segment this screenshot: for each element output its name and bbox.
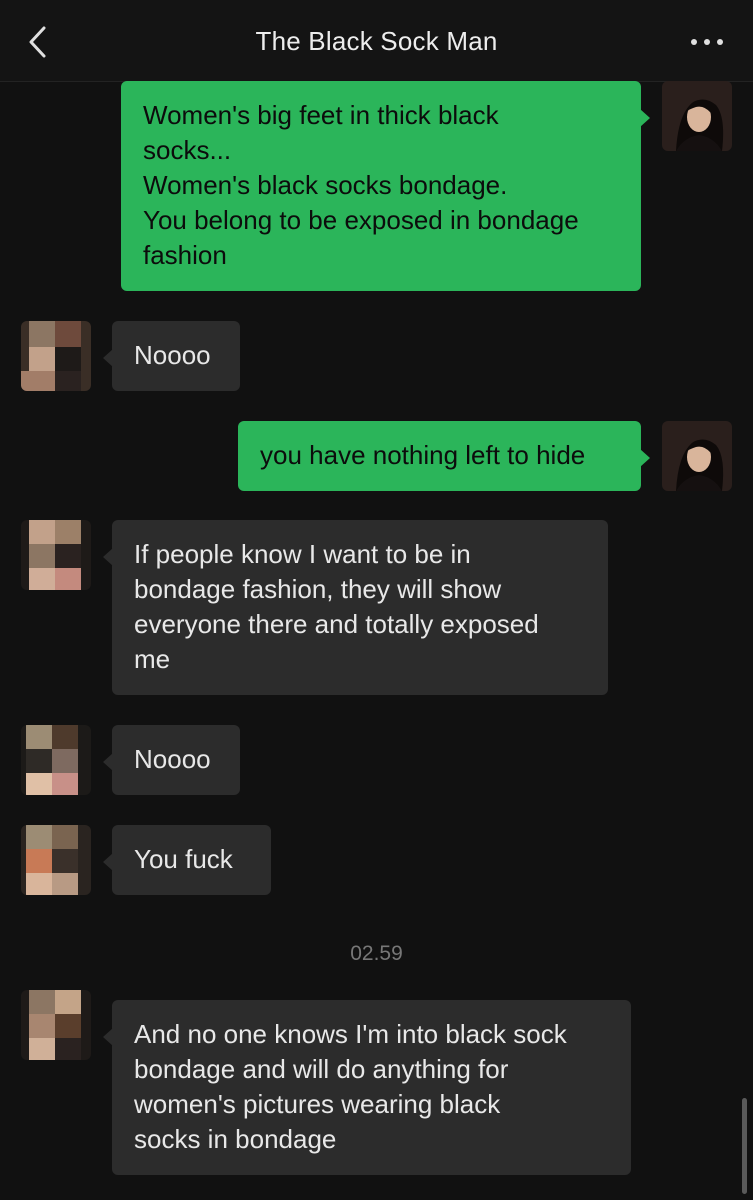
chat-header: The Black Sock Man <box>0 0 753 82</box>
more-horizontal-icon <box>691 39 723 45</box>
contact-avatar[interactable] <box>21 321 91 391</box>
message-bubble-outgoing[interactable]: you have nothing left to hide <box>238 421 650 491</box>
message-bubble-incoming[interactable]: If people know I want to be in bondage f… <box>103 520 608 695</box>
scrollbar[interactable] <box>742 1098 747 1194</box>
contact-avatar[interactable] <box>21 825 91 895</box>
message-bubble-incoming[interactable]: Noooo <box>103 725 240 795</box>
message-timestamp: 02.59 <box>350 942 403 965</box>
message-bubble-incoming[interactable]: Noooo <box>103 321 240 391</box>
my-avatar[interactable] <box>662 81 732 151</box>
contact-avatar[interactable] <box>21 725 91 795</box>
my-avatar[interactable] <box>662 421 732 491</box>
message-bubble-outgoing[interactable]: Women's big feet in thick black socks...… <box>121 81 650 291</box>
message-list[interactable]: Women's big feet in thick black socks...… <box>0 81 753 1200</box>
more-options-button[interactable] <box>687 30 727 54</box>
contact-avatar[interactable] <box>21 990 91 1060</box>
message-bubble-incoming[interactable]: And no one knows I'm into black sock bon… <box>103 1000 631 1175</box>
message-bubble-incoming[interactable]: You fuck <box>103 825 271 895</box>
contact-avatar[interactable] <box>21 520 91 590</box>
chat-title: The Black Sock Man <box>255 26 498 56</box>
